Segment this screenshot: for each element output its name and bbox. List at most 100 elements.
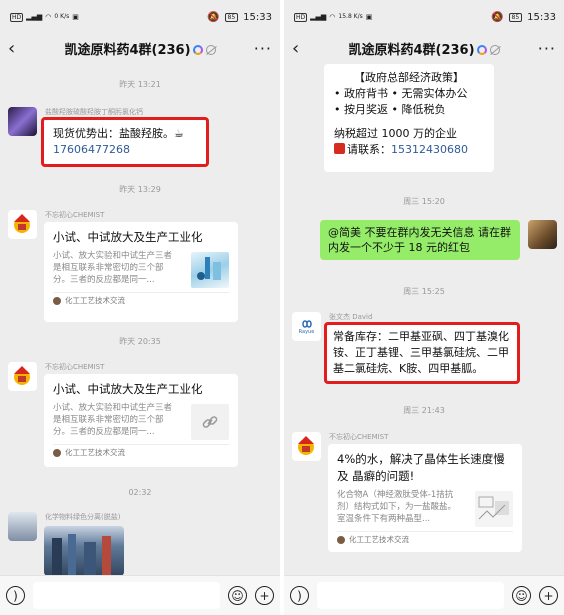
card-title: 4%的水，解决了晶体生长速度慢及 晶癖的问题! (337, 452, 505, 483)
source-name: 化工工艺技术交流 (65, 296, 125, 305)
sender-name: 不忘初心CHEMIST (45, 211, 105, 219)
hd-badge: HD (10, 12, 24, 22)
avatar[interactable] (8, 362, 37, 391)
signal-icon: ▂▄▆ (310, 13, 327, 21)
phone-number-link[interactable]: 17606477268 (53, 142, 197, 158)
muted-icon (489, 45, 500, 55)
card-body: 小试、放大实验和中试生产三者是相互联系非常密切的三个部分。三者的反应都是同一..… (53, 250, 229, 288)
infinity-logo-icon (301, 319, 312, 328)
card-description: 小试、放大实验和中试生产三者是相互联系非常密切的三个部分。三者的反应都是同一..… (53, 403, 173, 437)
clock: 15:33 (243, 11, 272, 23)
sent-text-bubble[interactable]: @简美 不要在群内发无关信息 请在群内发一个不少于 18 元的红包 (320, 220, 520, 260)
mute-bell-icon: 🔕 (491, 11, 504, 23)
source-name: 化工工艺技术交流 (65, 448, 125, 457)
signal-indicators: HD ▂▄▆ ◠ 0 K/s ▣ (10, 12, 79, 22)
chat-header: ‹ 凯途原料药4群(236) ··· (0, 34, 280, 62)
sender-name: 化学物料绿色分离(脱盐) (45, 513, 121, 521)
status-bar: HD ▂▄▆ ◠ 15.8 K/s ▣ 🔕 85 15:33 (284, 0, 564, 34)
article-card[interactable]: 4%的水，解决了晶体生长速度慢及 晶癖的问题! 化合物A（神经激肽受体-1拮抗剂… (328, 444, 522, 552)
sender-name: 盐酸羟胺硫酸羟胺丁酮肟氯化钙 (45, 108, 143, 116)
app-icon: ▣ (365, 13, 373, 21)
sender-name: 不忘初心CHEMIST (45, 363, 105, 371)
policy-message-bubble[interactable]: 【政府总部经济政策】 • 政府背书 • 无需实体办公 • 按月奖返 • 降低税负… (324, 64, 494, 172)
message-input[interactable] (317, 582, 504, 609)
message-line: • 按月奖返 • 降低税负 (334, 103, 446, 116)
source-name: 化工工艺技术交流 (349, 535, 409, 544)
source-logo-icon (337, 535, 345, 544)
article-card[interactable]: 小试、中试放大及生产工业化 小试、放大实验和中试生产三者是相互联系非常密切的三个… (44, 222, 238, 322)
muted-icon (205, 45, 216, 55)
back-arrow-icon[interactable]: ‹ (292, 38, 312, 59)
signal-indicators: HD ▂▄▆ ◠ 15.8 K/s ▣ (294, 12, 373, 22)
message-line: • 政府背书 • 无需实体办公 (334, 87, 468, 100)
contact-prefix: 请联系： (347, 143, 391, 156)
left-chat-screen: HD ▂▄▆ ◠ 0 K/s ▣ 🔕 85 15:33 ‹ 凯途原料药4群(23… (0, 0, 280, 615)
status-ring-icon (476, 45, 487, 55)
timestamp: 昨天 13:21 (119, 80, 161, 89)
network-speed: 0 K/s (54, 13, 70, 20)
card-thumbnail-image (475, 491, 513, 527)
add-icon[interactable]: + (255, 586, 274, 605)
avatar[interactable] (8, 512, 37, 541)
text-bubble[interactable]: 现货优势出：盐酸羟胺。☕ 17606477268 (41, 117, 209, 167)
timestamp: 昨天 20:35 (119, 337, 161, 346)
avatar[interactable] (8, 107, 37, 136)
avatar-brand-text: Rayue (298, 328, 315, 335)
card-source: 化工工艺技术交流 (337, 531, 513, 547)
message-text: @简美 不要在群内发无关信息 请在群内发一个不少于 18 元的红包 (328, 226, 511, 254)
avatar[interactable] (8, 210, 37, 239)
battery-icon: 85 (224, 12, 239, 22)
more-options-icon[interactable]: ··· (538, 39, 556, 58)
chat-title-wrap: 凯途原料药4群(236) (284, 39, 564, 58)
card-source: 化工工艺技术交流 (53, 292, 229, 308)
emoji-icon[interactable]: ☺ (512, 586, 531, 605)
right-chat-screen: HD ▂▄▆ ◠ 15.8 K/s ▣ 🔕 85 15:33 ‹ 凯途原料药4群… (284, 0, 564, 615)
card-body: 小试、放大实验和中试生产三者是相互联系非常密切的三个部分。三者的反应都是同一..… (53, 402, 229, 440)
card-title: 小试、中试放大及生产工业化 (53, 230, 203, 244)
timestamp: 周三 21:43 (403, 406, 445, 415)
card-description: 小试、放大实验和中试生产三者是相互联系非常密切的三个部分。三者的反应都是同一..… (53, 251, 173, 285)
avatar[interactable] (292, 432, 321, 461)
card-description: 化合物A（神经激肽受体-1拮抗剂）结构式如下，为一盐酸盐。室温条件下有两种晶型.… (337, 490, 457, 524)
back-arrow-icon[interactable]: ‹ (8, 38, 28, 59)
emoji-icon[interactable]: ☺ (228, 586, 247, 605)
chat-title-wrap: 凯途原料药4群(236) (0, 39, 280, 58)
signal-icon: ▂▄▆ (26, 13, 43, 21)
voice-icon[interactable]: ) (290, 586, 309, 605)
link-icon (191, 404, 229, 440)
image-message[interactable] (44, 526, 124, 576)
more-options-icon[interactable]: ··· (254, 39, 272, 58)
wifi-icon: ◠ (329, 13, 336, 21)
article-card[interactable]: 小试、中试放大及生产工业化 小试、放大实验和中试生产三者是相互联系非常密切的三个… (44, 374, 238, 467)
add-icon[interactable]: + (539, 586, 558, 605)
network-speed: 15.8 K/s (338, 13, 363, 20)
sender-name: 不忘初心CHEMIST (329, 433, 389, 441)
text-bubble[interactable]: 常备库存：二甲基亚砜、四丁基溴化铵、正丁基锂、三甲基氯硅烷、二甲基二氯硅烷、K胺… (324, 322, 520, 384)
clock: 15:33 (527, 11, 556, 23)
chat-title: 凯途原料药4群(236) (348, 42, 475, 58)
card-thumbnail-image (191, 252, 229, 288)
message-input[interactable] (33, 582, 220, 609)
timestamp: 周三 15:20 (403, 197, 445, 206)
input-bar: ) ☺ + (284, 575, 564, 615)
status-right: 🔕 85 15:33 (491, 12, 556, 23)
status-ring-icon (192, 45, 203, 55)
card-body: 化合物A（神经激肽受体-1拮抗剂）结构式如下，为一盐酸盐。室温条件下有两种晶型.… (337, 489, 513, 527)
wifi-icon: ◠ (45, 13, 52, 21)
app-icon: ▣ (72, 13, 79, 21)
chat-title: 凯途原料药4群(236) (64, 42, 191, 58)
timestamp: 周三 15:25 (403, 287, 445, 296)
card-title: 小试、中试放大及生产工业化 (53, 382, 203, 396)
card-source: 化工工艺技术交流 (53, 444, 229, 460)
mute-bell-icon: 🔕 (207, 11, 220, 23)
status-right: 🔕 85 15:33 (207, 12, 272, 23)
timestamp: 02:32 (128, 488, 152, 497)
voice-icon[interactable]: ) (6, 586, 25, 605)
my-avatar[interactable] (528, 220, 557, 249)
message-line: 纳税超过 1000 万的企业 (334, 127, 457, 140)
timestamp: 昨天 13:29 (119, 185, 161, 194)
source-logo-icon (53, 296, 61, 305)
phone-number-link[interactable]: 15312430680 (391, 143, 468, 156)
source-logo-icon (53, 448, 61, 457)
avatar[interactable]: Rayue (292, 312, 321, 341)
